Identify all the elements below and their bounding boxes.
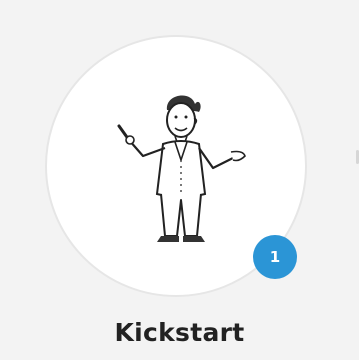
step-number-badge: 1	[253, 235, 297, 279]
presenter-man-illustration	[117, 95, 246, 242]
kickstart-card[interactable]: 1 Kickstart	[0, 0, 359, 360]
card-title: Kickstart	[114, 318, 245, 347]
